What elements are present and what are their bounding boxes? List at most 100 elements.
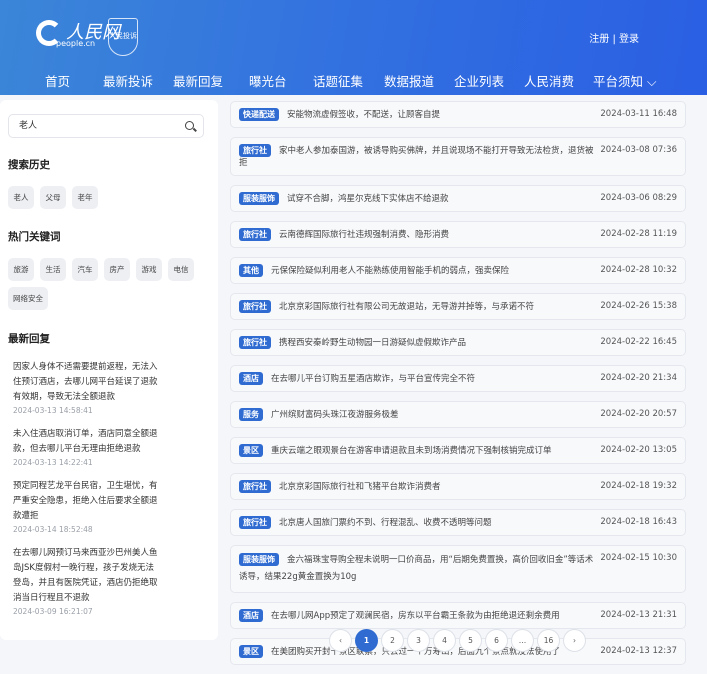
complaint-text: 北京京彩国际旅行社和飞猪平台欺诈消费者 (279, 482, 441, 492)
complaint-time: 2024-03-08 07:36 (600, 145, 677, 155)
next-page-button[interactable]: › (563, 629, 586, 652)
complaint-text: 重庆云端之眼观景台在游客申请退款且未到场消费情况下强制核销完成订单 (271, 446, 552, 456)
hot-tag[interactable]: 旅游 (8, 258, 34, 281)
complaint-row[interactable]: 酒店 在去哪儿平台订购五星酒店欺诈，与平台宣传完全不符 2024-02-20 21:… (230, 365, 686, 392)
category-badge: 旅行社 (239, 300, 271, 313)
reply-time: 2024-03-14 18:52:48 (13, 525, 93, 534)
search-value: 老人 (19, 121, 38, 131)
category-badge: 旅行社 (239, 336, 271, 349)
complaint-text: 在去哪儿平台订购五星酒店欺诈，与平台宣传完全不符 (271, 374, 476, 384)
category-badge: 服装服饰 (239, 553, 279, 566)
complaint-row[interactable]: 旅行社 北京京彩国际旅行社有限公司无故退站，无导游并掉等，与承诺不符 2024-02… (230, 293, 686, 320)
category-badge: 服务 (239, 408, 263, 421)
search-input[interactable]: 老人 (8, 114, 204, 138)
category-badge: 酒店 (239, 609, 263, 622)
category-badge: 服装服饰 (239, 192, 279, 205)
complaint-time: 2024-03-06 08:29 (600, 193, 677, 203)
complaint-row[interactable]: 服务 广州缤财富码头珠江夜游服务极差 2024-02-20 20:57 (230, 401, 686, 428)
complaint-row[interactable]: 旅行社 家中老人参加泰国游，被诱导购买佛牌，并且说现场不能打开导致无法检货，退货被… (230, 137, 686, 176)
hot-tag[interactable]: 网络安全 (8, 287, 48, 310)
reply-item[interactable]: 未入住酒店取消订单，酒店同意全额退款，但去哪儿平台无理由拒绝退款 2024-03-… (13, 427, 158, 467)
complaint-row[interactable]: 旅行社 北京唐人国旅门票约不到、行程混乱、收费不透明等问题 2024-02-18 1… (230, 509, 686, 536)
complaint-time: 2024-02-13 21:31 (600, 610, 677, 620)
hot-tag[interactable]: 游戏 (136, 258, 162, 281)
nav-companies[interactable]: 企业列表 (454, 71, 504, 90)
history-tag[interactable]: 老年 (72, 186, 98, 209)
complaint-time: 2024-02-15 10:30 (600, 553, 677, 563)
complaint-time: 2024-02-18 16:43 (600, 517, 677, 527)
nav-topics[interactable]: 话题征集 (313, 71, 363, 90)
complaint-row[interactable]: 旅行社 携程西安秦岭野生动物园一日游疑似虚假欺诈产品 2024-02-22 16:4… (230, 329, 686, 356)
search-history-title: 搜索历史 (8, 159, 50, 171)
complaint-time: 2024-02-26 15:38 (600, 301, 677, 311)
reply-item[interactable]: 预定同程艺龙平台民宿，卫生堪忧，有严重安全隐患，拒绝入住后要求全额退款遭拒 202… (13, 479, 158, 534)
complaint-time: 2024-02-20 13:05 (600, 445, 677, 455)
category-badge: 旅行社 (239, 480, 271, 493)
complaint-time: 2024-03-11 16:48 (600, 109, 677, 119)
hot-tag[interactable]: 电信 (168, 258, 194, 281)
category-badge: 旅行社 (239, 516, 271, 529)
complaint-time: 2024-02-20 21:34 (600, 373, 677, 383)
page-button[interactable]: … (511, 629, 534, 652)
pagination: ‹ 1 2 3 4 5 6… 16 › (329, 629, 586, 652)
complaint-row[interactable]: 旅行社 北京京彩国际旅行社和飞猪平台欺诈消费者 2024-02-18 19:32 (230, 473, 686, 500)
complaint-text: 家中老人参加泰国游，被诱导购买佛牌，并且说现场不能打开导致无法检货，退货被拒 (239, 146, 594, 168)
complaint-time: 2024-02-28 10:32 (600, 265, 677, 275)
nav-home[interactable]: 首页 (45, 71, 70, 90)
complaint-text: 金六福珠宝导购全程未说明一口价商品，用“后期免费置换，高价回收旧金”等话术诱导，… (239, 555, 594, 582)
complaint-time: 2024-02-20 20:57 (600, 409, 677, 419)
page-button[interactable]: 6 (485, 629, 508, 652)
latest-replies-title: 最新回复 (8, 333, 50, 345)
hot-tag[interactable]: 生活 (40, 258, 66, 281)
complaint-text: 北京京彩国际旅行社有限公司无故退站，无导游并掉等，与承诺不符 (279, 302, 535, 312)
history-tag[interactable]: 老人 (8, 186, 34, 209)
nav-latest-complaints[interactable]: 最新投诉 (103, 71, 153, 90)
nav-people-consumption[interactable]: 人民消费 (524, 71, 574, 90)
hot-tags: 旅游 生活 汽车 房产 游戏 电信 网络安全 (8, 258, 208, 310)
page-button[interactable]: 16 (537, 629, 560, 652)
reply-text: 预定同程艺龙平台民宿，卫生堪忧，有严重安全隐患，拒绝入住后要求全额退款遭拒 (13, 481, 158, 521)
category-badge: 景区 (239, 645, 263, 658)
nav-latest-replies[interactable]: 最新回复 (173, 71, 223, 90)
complaint-row[interactable]: 其他 元保保险疑似利用老人不能熟练使用智能手机的弱点，强卖保险 2024-02-28… (230, 257, 686, 284)
complaint-row[interactable]: 服装服饰 试穿不合脚，鸿星尔克线下实体店不给退款 2024-03-06 08:29 (230, 185, 686, 212)
complaint-row[interactable]: 服装服饰 金六福珠宝导购全程未说明一口价商品，用“后期免费置换，高价回收旧金”等话… (230, 545, 686, 593)
complaint-row[interactable]: 景区 重庆云端之眼观景台在游客申请退款且未到场消费情况下强制核销完成订单 2024-… (230, 437, 686, 464)
complaint-time: 2024-02-28 11:19 (600, 229, 677, 239)
hot-keywords-title: 热门关键词 (8, 231, 61, 243)
complaint-badge-logo: 人民投诉 (108, 18, 138, 56)
prev-page-button[interactable]: ‹ (329, 629, 352, 652)
page-button[interactable]: 4 (433, 629, 456, 652)
reply-item[interactable]: 在去哪儿网预订马来西亚沙巴州美人鱼岛JSK度假村一晚行程，孩子发烧无法登岛，并且… (13, 546, 158, 616)
page-button[interactable]: 5 (459, 629, 482, 652)
category-badge: 旅行社 (239, 144, 271, 157)
complaint-time: 2024-02-13 12:37 (600, 646, 677, 656)
complaint-row[interactable]: 旅行社 云南德辉国际旅行社违规强制消费、隐形消费 2024-02-28 11:19 (230, 221, 686, 248)
history-tags: 老人 父母 老年 (8, 186, 208, 209)
nav-platform-notice[interactable]: 平台须知 ⌵ (593, 71, 656, 90)
complaint-list: 快递配送 安能物流虚假签收，不配送，让顾客自提 2024-03-11 16:48 旅行… (230, 101, 686, 674)
reply-item[interactable]: 因家人身体不适需要提前返程，无法入住预订酒店，去哪儿网平台延误了退款有效期，导致… (13, 360, 158, 415)
complaint-row[interactable]: 酒店 在去哪儿网App预定了观澜民宿，房东以平台霸王条款为由拒绝退还剩余费用 202… (230, 602, 686, 629)
category-badge: 景区 (239, 444, 263, 457)
reply-text: 未入住酒店取消订单，酒店同意全额退款，但去哪儿平台无理由拒绝退款 (13, 429, 158, 454)
nav-data-reports[interactable]: 数据报道 (384, 71, 434, 90)
nav-exposure[interactable]: 曝光台 (249, 71, 287, 90)
register-login-link[interactable]: 注册 | 登录 (589, 30, 639, 45)
page-button[interactable]: 2 (381, 629, 404, 652)
history-tag[interactable]: 父母 (40, 186, 66, 209)
hot-tag[interactable]: 汽车 (72, 258, 98, 281)
site-header: 人民网 people.cn 人民投诉 注册 | 登录 首页 最新投诉 最新回复 … (0, 0, 707, 95)
complaint-text: 安能物流虚假签收，不配送，让顾客自提 (287, 110, 441, 120)
page-button[interactable]: 3 (407, 629, 430, 652)
page-button[interactable]: 1 (355, 629, 378, 652)
category-badge: 旅行社 (239, 228, 271, 241)
search-icon[interactable] (185, 121, 194, 130)
complaint-time: 2024-02-22 16:45 (600, 337, 677, 347)
hot-tag[interactable]: 房产 (104, 258, 130, 281)
complaint-row[interactable]: 快递配送 安能物流虚假签收，不配送，让顾客自提 2024-03-11 16:48 (230, 101, 686, 128)
category-badge: 快递配送 (239, 108, 279, 121)
logo-subtext: people.cn (56, 39, 96, 48)
complaint-text: 北京唐人国旅门票约不到、行程混乱、收费不透明等问题 (279, 518, 492, 528)
complaint-text: 携程西安秦岭野生动物园一日游疑似虚假欺诈产品 (279, 338, 467, 348)
